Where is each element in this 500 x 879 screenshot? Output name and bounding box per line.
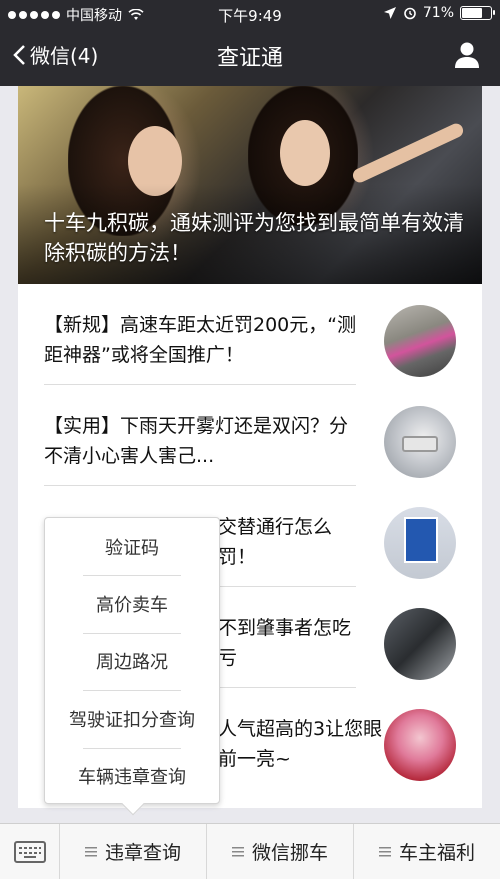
top-bar: 中国移动 下午9:49 71% 微信(4) 查证通 [0,0,500,86]
featured-article-banner[interactable]: 十车九积碳，通妹测评为您找到最简单有效清除积碳的方法！ [18,86,482,284]
battery-level [462,8,482,18]
battery-icon [460,6,495,20]
navigation-bar: 微信(4) 查证通 [0,30,500,82]
submenu-popup: 验证码 高价卖车 周边路况 驾驶证扣分查询 车辆违章查询 [44,517,220,816]
menu-item-traffic-nearby[interactable]: 周边路况 [45,632,219,690]
menu-lines-icon [378,846,391,857]
tab-violation-query[interactable]: 违章查询 [60,824,207,879]
article-thumbnail [384,608,456,680]
tab-owner-benefits[interactable]: 车主福利 [354,824,500,879]
person-icon[interactable] [452,40,482,70]
article-thumbnail [384,507,456,579]
menu-lines-icon [231,846,244,857]
banner-caption: 十车九积碳，通妹测评为您找到最简单有效清除积碳的方法！ [44,211,464,265]
article-title: 【新规】高速车距太近罚200元，“测距神器”或将全国推广！ [44,314,357,366]
chevron-left-icon [13,44,25,65]
article-title: 【实用】下雨天开雾灯还是双闪？分不清小心害人害己... [44,415,349,467]
list-item[interactable]: 【新规】高速车距太近罚200元，“测距神器”或将全国推广！ [18,284,482,385]
menu-lines-icon [84,846,97,857]
article-title: 交替通行怎么罚！ [218,516,333,568]
back-label: 微信(4) [30,44,99,68]
alarm-icon [404,7,416,20]
menu-item-sell-car[interactable]: 高价卖车 [45,575,219,632]
tab-wechat-move-car[interactable]: 微信挪车 [207,824,354,879]
list-item[interactable]: 【实用】下雨天开雾灯还是双闪？分不清小心害人害己... [18,385,482,486]
menu-item-license-points[interactable]: 驾驶证扣分查询 [45,690,219,747]
article-thumbnail [384,406,456,478]
back-button[interactable]: 微信(4) [12,40,98,69]
menu-item-verification-code[interactable]: 验证码 [45,518,219,575]
keyboard-icon [13,840,46,863]
location-icon [383,7,396,19]
article-title: 不到肇事者怎吃亏 [218,617,352,669]
battery-percent: 71% [422,5,454,21]
bottom-menu-bar: 违章查询 微信挪车 车主福利 [0,823,500,879]
article-title: 人气超高的3让您眼前一亮~ [218,718,383,770]
keyboard-toggle-button[interactable] [0,824,60,879]
status-bar: 中国移动 下午9:49 71% [0,0,500,28]
article-thumbnail [384,709,456,781]
article-thumbnail [384,305,456,377]
